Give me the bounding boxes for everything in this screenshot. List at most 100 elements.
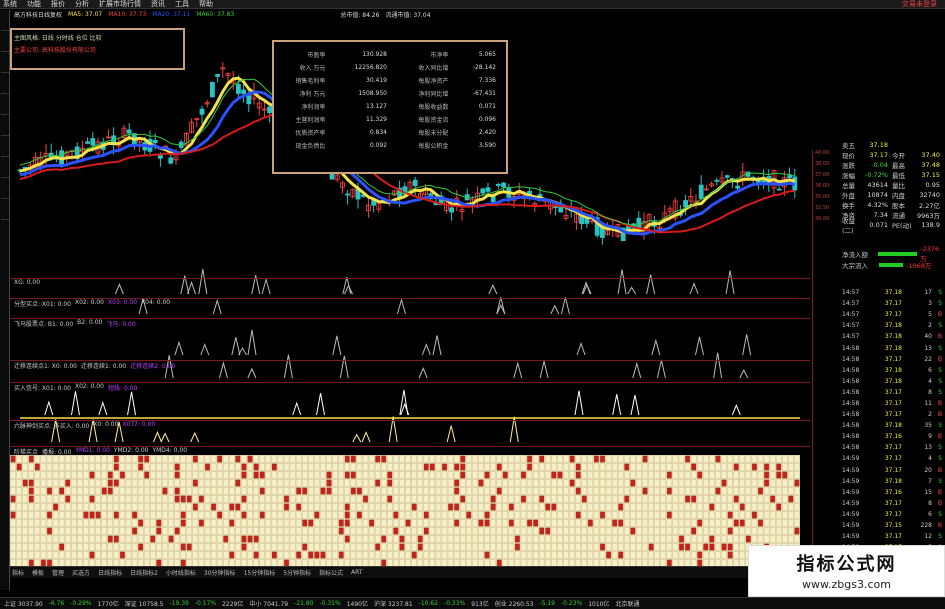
heatmap-cell	[332, 503, 338, 511]
heatmap-cell	[715, 495, 721, 503]
heatmap-cell	[727, 463, 733, 471]
menu-item-function[interactable]: 功能	[27, 0, 41, 9]
menu-item-analysis[interactable]: 分析	[75, 0, 89, 9]
heatmap-cell	[496, 551, 502, 559]
heatmap-cell	[387, 463, 393, 471]
indicator-tab[interactable]: 5分钟指标	[283, 568, 311, 577]
heatmap-cell	[514, 535, 521, 543]
heatmap-cell	[545, 479, 551, 487]
heatmap-cell	[210, 455, 217, 463]
signal-triangle	[261, 277, 271, 295]
heatmap-cell	[10, 495, 16, 503]
heatmap-cell	[617, 527, 624, 535]
heatmap-cell	[332, 519, 338, 527]
heatmap-cell	[593, 487, 600, 495]
heatmap-cell	[441, 479, 448, 487]
heatmap-cell	[210, 527, 217, 535]
heatmap-cell	[648, 503, 654, 511]
menu-item-system[interactable]: 系统	[3, 0, 17, 9]
heatmap-cell	[368, 471, 375, 479]
heatmap-cell	[77, 551, 83, 559]
indicator-tab[interactable]: 管理	[52, 568, 64, 577]
indicator-tab[interactable]: 小时线指标	[166, 568, 196, 577]
left-tool-7[interactable]	[1, 137, 9, 157]
heatmap-cell	[344, 535, 351, 543]
heatmap-cell	[703, 503, 709, 511]
indicator-tab[interactable]: 模板	[32, 568, 44, 577]
heatmap-cell	[277, 551, 284, 559]
heatmap-cell	[119, 487, 126, 495]
heatmap-cell	[259, 551, 265, 559]
heatmap-cell	[520, 535, 527, 543]
trade-login-status[interactable]: 交易未登录	[902, 0, 937, 9]
heatmap-cell	[162, 455, 168, 463]
signal-triangle	[332, 335, 342, 356]
heatmap-cell	[466, 455, 472, 463]
tick-volume: 20	[924, 466, 932, 474]
left-tool-10[interactable]	[1, 200, 9, 220]
signal-triangle	[446, 425, 456, 443]
heatmap-cell	[326, 551, 332, 559]
left-tool-1[interactable]	[1, 11, 9, 31]
indicator-tab[interactable]: ART	[351, 569, 363, 576]
heatmap-cell	[259, 535, 265, 543]
heatmap-cell	[16, 519, 22, 527]
menu-item-quote[interactable]: 报价	[51, 0, 65, 9]
heatmap-cell	[295, 455, 302, 463]
heatmap-cell	[393, 463, 399, 471]
indicator-tab[interactable]: 15分钟指标	[244, 568, 276, 577]
heatmap-cell	[466, 487, 472, 495]
heatmap-cell	[113, 455, 120, 463]
heatmap-cell	[308, 511, 314, 519]
tick-price: 37.18	[884, 289, 902, 297]
heatmap-cell	[551, 503, 557, 511]
heatmap-cell	[168, 463, 174, 471]
left-tool-3[interactable]	[1, 53, 9, 73]
heatmap-cell	[338, 551, 344, 559]
heatmap-cell	[180, 519, 186, 527]
heatmap-cell	[478, 535, 484, 543]
menu-item-help[interactable]: 帮助	[199, 0, 213, 9]
heatmap-cell	[174, 535, 180, 543]
indicator-tab[interactable]: 指标公式	[319, 568, 343, 577]
menu-item-info[interactable]: 资讯	[151, 0, 165, 9]
heatmap-cell	[775, 471, 782, 479]
heatmap-cell	[247, 495, 253, 503]
menu-item-tools[interactable]: 工具	[175, 0, 189, 9]
heatmap-cell	[599, 495, 606, 503]
left-tool-9[interactable]	[1, 179, 9, 199]
heatmap-cell	[581, 455, 588, 463]
heatmap-cell	[429, 519, 436, 527]
heatmap-cell	[435, 455, 442, 463]
indicator-tab[interactable]: 指标	[12, 568, 24, 577]
heatmap-cell	[95, 511, 101, 519]
heatmap-cell	[660, 519, 667, 527]
indicator-tab[interactable]: 买选方	[72, 568, 90, 577]
heatmap-cell	[569, 471, 575, 479]
heatmap-cell	[478, 519, 484, 527]
heatmap-cell	[599, 519, 606, 527]
left-tool-6[interactable]	[1, 116, 9, 136]
heatmap-cell	[490, 511, 496, 519]
heatmap-cell	[696, 503, 703, 511]
menu-item-extended[interactable]: 扩展市场行情	[99, 0, 141, 9]
heatmap-cell	[107, 479, 114, 487]
indicator-tab[interactable]: 日线指标2	[130, 568, 158, 577]
tick-row: 14:57 37.18 17 S	[842, 287, 945, 298]
left-tool-8[interactable]	[1, 158, 9, 178]
heatmap-cell	[210, 519, 217, 527]
left-tool-4[interactable]	[1, 74, 9, 94]
chart-area[interactable]: 高方科技日线复权 MA5: 37.07 MA10: 37.73 MA20: 37…	[10, 10, 810, 567]
heatmap-cell	[751, 495, 758, 503]
heatmap-cell	[587, 543, 594, 551]
left-tool-5[interactable]	[1, 95, 9, 115]
left-tool-2[interactable]	[1, 32, 9, 52]
heatmap-cell	[630, 455, 636, 463]
heatmap-cell	[581, 479, 588, 487]
indicator-tab[interactable]: 日线指标	[98, 568, 122, 577]
indicator-tab[interactable]: 30分钟指标	[204, 568, 236, 577]
indicator-band-label: XG: 0.00	[14, 279, 40, 286]
heatmap-cell	[727, 535, 733, 543]
heatmap-cell	[672, 471, 679, 479]
financial-row: 净利 万元 1508.950 净利同比增 -67.431	[274, 87, 506, 100]
